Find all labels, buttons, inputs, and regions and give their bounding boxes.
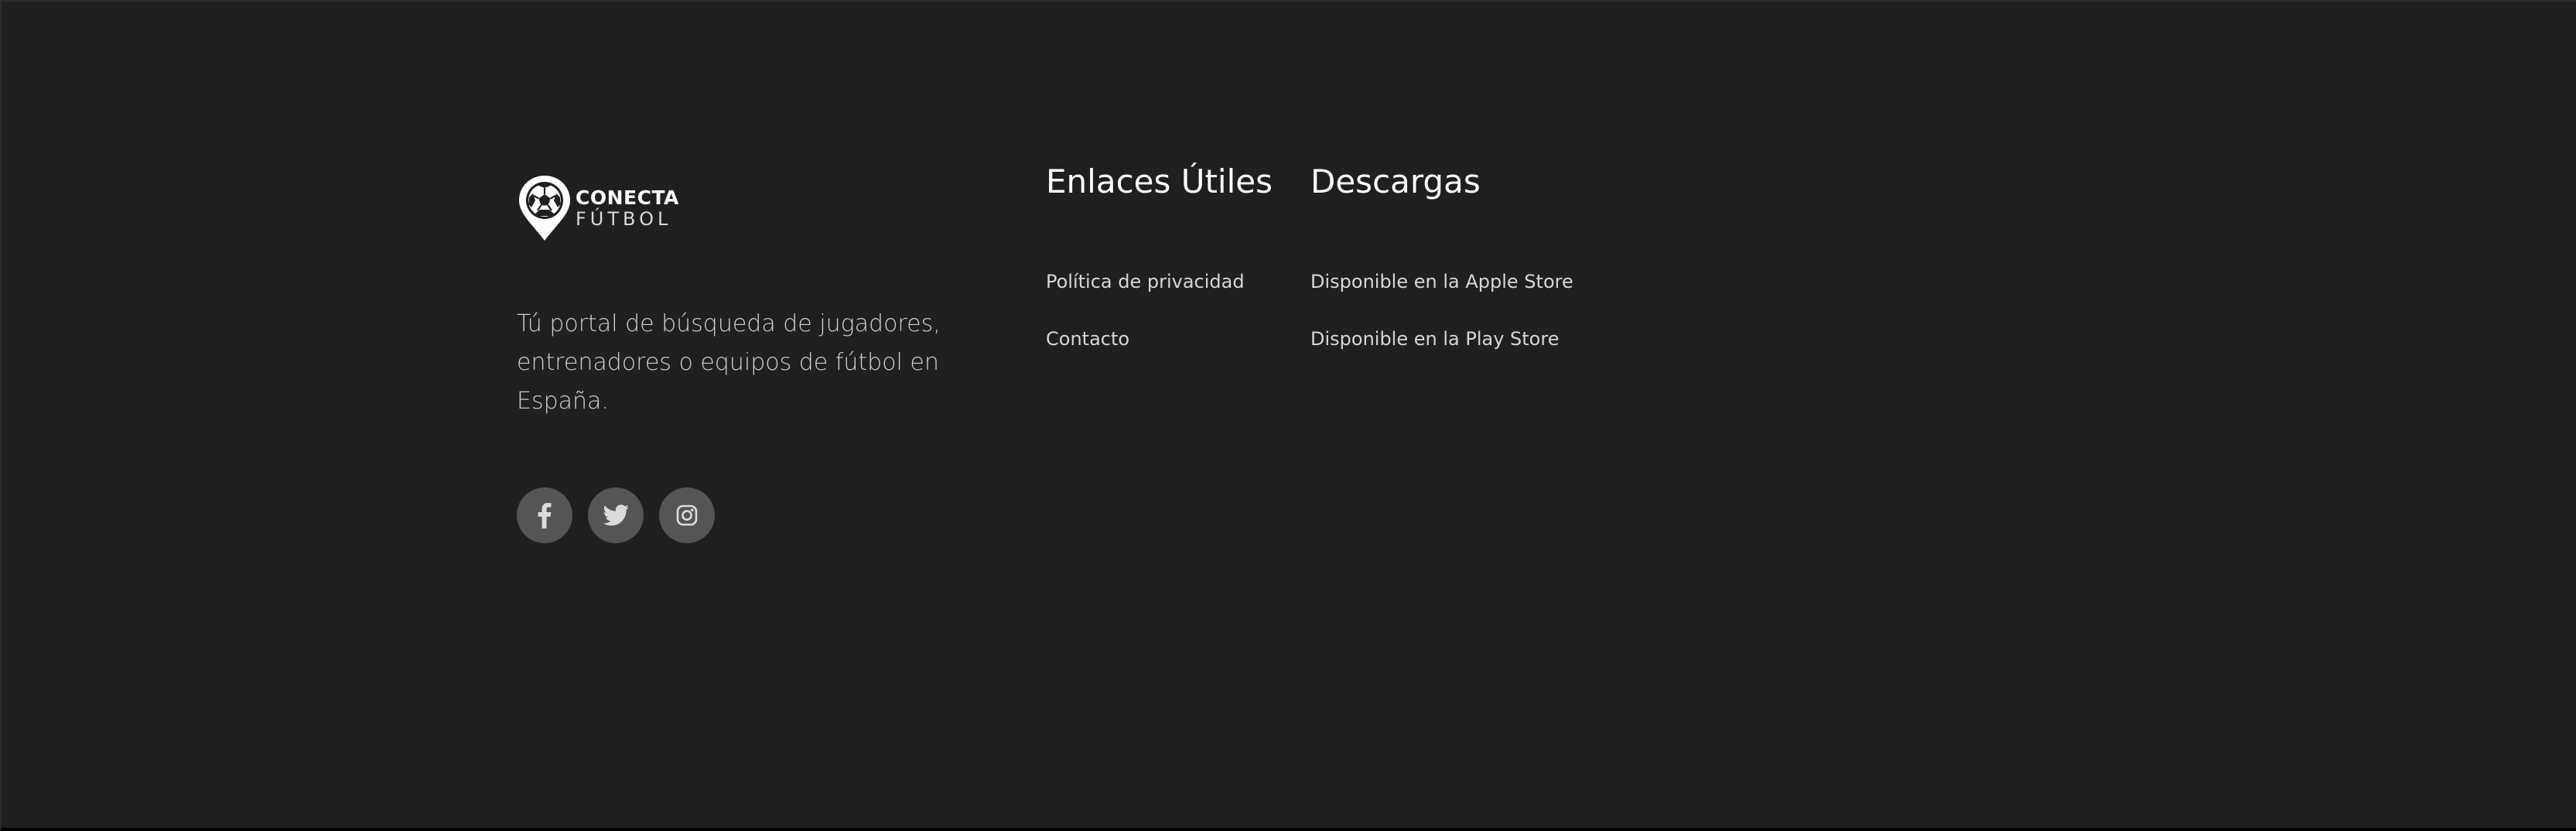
apple-store-link[interactable]: Disponible en la Apple Store [1310, 271, 1573, 292]
social-links [517, 487, 715, 543]
twitter-icon [603, 504, 629, 526]
list-item: Disponible en la Apple Store [1310, 270, 1573, 327]
privacy-policy-link[interactable]: Política de privacidad [1046, 271, 1245, 292]
downloads-list: Disponible en la Apple Store Disponible … [1310, 270, 1573, 385]
downloads-title: Descargas [1310, 162, 1481, 200]
logo-wordmark: CONECTA FÚTBOL [576, 188, 679, 228]
list-item: Política de privacidad [1046, 270, 1245, 327]
list-item: Disponible en la Play Store [1310, 327, 1573, 385]
soccer-ball-pin-icon [519, 176, 570, 241]
site-footer: CONECTA FÚTBOL Tú portal de búsqueda de … [0, 0, 2576, 831]
logo-line-futbol: FÚTBOL [576, 208, 672, 230]
facebook-icon [538, 503, 552, 528]
brand-column: CONECTA FÚTBOL Tú portal de búsqueda de … [517, 173, 981, 543]
useful-links-title: Enlaces Útiles [1046, 162, 1273, 200]
instagram-icon [676, 504, 698, 526]
list-item: Contacto [1046, 327, 1245, 385]
play-store-link[interactable]: Disponible en la Play Store [1310, 328, 1559, 350]
contact-link[interactable]: Contacto [1046, 328, 1129, 350]
brand-tagline: Tú portal de búsqueda de jugadores, entr… [517, 310, 941, 415]
useful-links-list: Política de privacidad Contacto [1046, 270, 1245, 385]
logo[interactable]: CONECTA FÚTBOL [517, 173, 981, 243]
useful-links-column: Enlaces Útiles Política de privacidad Co… [1046, 160, 1301, 350]
downloads-column: Descargas Disponible en la Apple Store D… [1310, 160, 1666, 350]
facebook-button[interactable] [517, 487, 572, 543]
twitter-button[interactable] [588, 487, 644, 543]
logo-line-conecta: CONECTA [576, 186, 679, 209]
instagram-button[interactable] [659, 487, 715, 543]
